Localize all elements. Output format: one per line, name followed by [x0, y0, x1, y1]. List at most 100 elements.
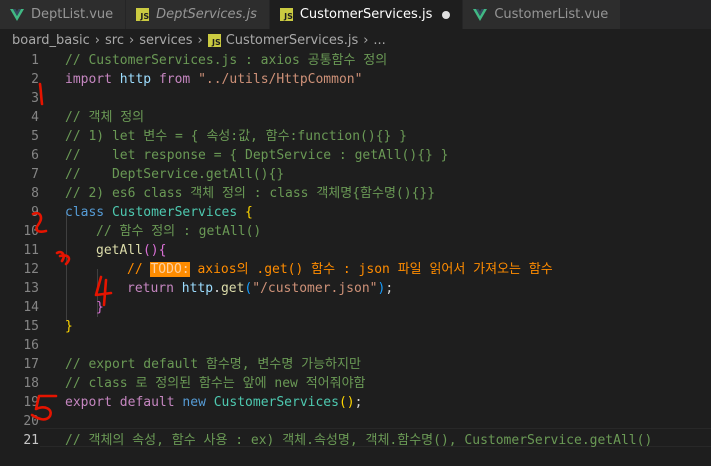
comment: // CustomerServices.js : axios 공통함수 정의 [65, 53, 388, 68]
identifier: http [119, 72, 152, 87]
code-line: 1 // CustomerServices.js : axios 공통함수 정의 [0, 51, 711, 70]
code-editor[interactable]: 1// CustomerServices.js : axios 공통함수 정의 … [0, 51, 711, 466]
comment: // 객체 정의 [65, 110, 145, 125]
line-number: 18 [23, 376, 39, 391]
comment: // class 로 정의된 함수는 앞에 new 적어줘야함 [65, 376, 366, 391]
line-number: 13 [23, 281, 39, 296]
identifier: http [181, 281, 214, 296]
unsaved-dot-icon[interactable] [442, 10, 451, 19]
tab-deptservices-js[interactable]: JS DeptServices.js [126, 0, 270, 29]
code-line: 14} [0, 298, 711, 317]
line-number: 19 [23, 395, 39, 410]
line-number: 2 [31, 72, 39, 87]
chevron-right-icon: › [94, 32, 100, 48]
js-icon: JS [136, 8, 150, 21]
line-number: 7 [31, 167, 39, 182]
line-number: 15 [23, 319, 39, 334]
keyword: from [158, 72, 191, 87]
method-name: get [220, 281, 245, 296]
code-line: 16 [0, 336, 711, 355]
comment: // [127, 262, 151, 277]
bracket: } [96, 300, 104, 315]
bracket: } [65, 319, 73, 334]
breadcrumb-item[interactable]: board_basic [12, 33, 90, 48]
line-number: 16 [23, 338, 39, 353]
vue-icon [473, 8, 488, 21]
code-line: 9 class CustomerServices { [0, 203, 711, 222]
keyword: export [65, 395, 112, 410]
tab-bar: DeptList.vue JS DeptServices.js JS Custo… [0, 0, 711, 29]
comment: // export default 함수명, 변수명 가능하지만 [65, 357, 361, 372]
line-number: 12 [23, 262, 39, 277]
comment: // 함수 정의 : getAll() [96, 224, 262, 239]
line-number: 21 [23, 433, 39, 448]
code-line: 21 // 객체의 속성, 함수 사용 : ex) 객체.속성명, 객체.함수명(… [0, 431, 711, 450]
code-line: 12 // TODO: axios의 .get() 함수 : json 파일 읽어… [0, 260, 711, 279]
line-number: 1 [31, 53, 39, 68]
code-line: 5 // 1) let 변수 = { 속성:값, 함수:function(){} … [0, 127, 711, 146]
code-line: 4 // 객체 정의 [0, 108, 711, 127]
breadcrumb-item[interactable]: ... [373, 33, 385, 48]
tab-customerlist-vue[interactable]: CustomerList.vue [463, 0, 622, 29]
code-line: 11 getAll(){ [0, 241, 711, 260]
chevron-right-icon: › [363, 32, 369, 48]
breadcrumb-item[interactable]: src [105, 33, 124, 48]
line-number: 17 [23, 357, 39, 372]
keyword: class [65, 205, 105, 220]
todo-highlight: TODO: [150, 262, 190, 277]
tab-customerservices-js[interactable]: JS CustomerServices.js [269, 0, 464, 29]
comment: // DeptService.getAll(){} [65, 167, 285, 182]
code-line: 3 [0, 89, 711, 108]
tab-deptlist-vue[interactable]: DeptList.vue [0, 0, 127, 29]
chevron-right-icon: › [197, 32, 203, 48]
code-line: 6 // let response = { DeptService : getAl… [0, 146, 711, 165]
js-icon: JS [279, 8, 293, 21]
code-line: 13 return http.get("/customer.json"); [0, 279, 711, 298]
line-number: 20 [23, 414, 39, 429]
bracket: { [245, 205, 253, 220]
code-line: 20 [0, 412, 711, 431]
line-number: 14 [23, 300, 39, 315]
line-number: 5 [31, 129, 39, 144]
keyword: return [127, 281, 174, 296]
line-number: 11 [23, 243, 39, 258]
class-name: CustomerServices [213, 395, 339, 410]
breadcrumb: board_basic › src › services › JS Custom… [0, 29, 711, 51]
tab-label: CustomerServices.js [299, 7, 433, 22]
comment: // let response = { DeptService : getAll… [65, 148, 449, 163]
line-number: 8 [31, 186, 39, 201]
code-line: 19 export default new CustomerServices(); [0, 393, 711, 412]
vue-icon [10, 8, 24, 21]
bracket: { [158, 243, 167, 258]
line-number: 4 [31, 110, 39, 125]
code-line: 10 // 함수 정의 : getAll() [0, 222, 711, 241]
code-line: 8 // 2) es6 class 객체 정의 : class 객체명{함수명()… [0, 184, 711, 203]
keyword: import [65, 72, 112, 87]
code-line: 15} [0, 317, 711, 336]
tab-label: DeptServices.js [156, 7, 257, 22]
tab-label: DeptList.vue [31, 7, 114, 22]
bracket: () [142, 243, 159, 258]
line-number: 6 [31, 148, 39, 163]
comment: axios의 .get() 함수 : json 파일 읽어서 가져오는 함수 [189, 262, 553, 277]
breadcrumb-item[interactable]: services [139, 33, 192, 48]
code-line: 18 // class 로 정의된 함수는 앞에 new 적어줘야함 [0, 374, 711, 393]
comment: // 객체의 속성, 함수 사용 : ex) 객체.속성명, 객체.함수명(),… [65, 433, 653, 448]
code-line: 17 // export default 함수명, 변수명 가능하지만 [0, 355, 711, 374]
method-name: getAll [96, 243, 143, 258]
line-number: 9 [31, 205, 39, 220]
bracket: () [338, 395, 355, 410]
code-line: 7 // DeptService.getAll(){} [0, 165, 711, 184]
line-number: 3 [31, 91, 39, 106]
string: "../utils/HttpCommon" [198, 72, 363, 87]
js-icon: JS [207, 33, 221, 47]
class-name: CustomerServices [111, 205, 238, 220]
string: "/customer.json" [252, 281, 378, 296]
keyword: new [182, 395, 206, 410]
chevron-right-icon: › [128, 32, 135, 48]
comment: // 2) es6 class 객체 정의 : class 객체명{함수명(){… [65, 186, 436, 201]
breadcrumb-item[interactable]: CustomerServices.js [226, 33, 358, 48]
keyword: default [119, 395, 175, 410]
tab-label: CustomerList.vue [494, 7, 609, 22]
code-line: 2 import http from "../utils/HttpCommon" [0, 70, 711, 89]
